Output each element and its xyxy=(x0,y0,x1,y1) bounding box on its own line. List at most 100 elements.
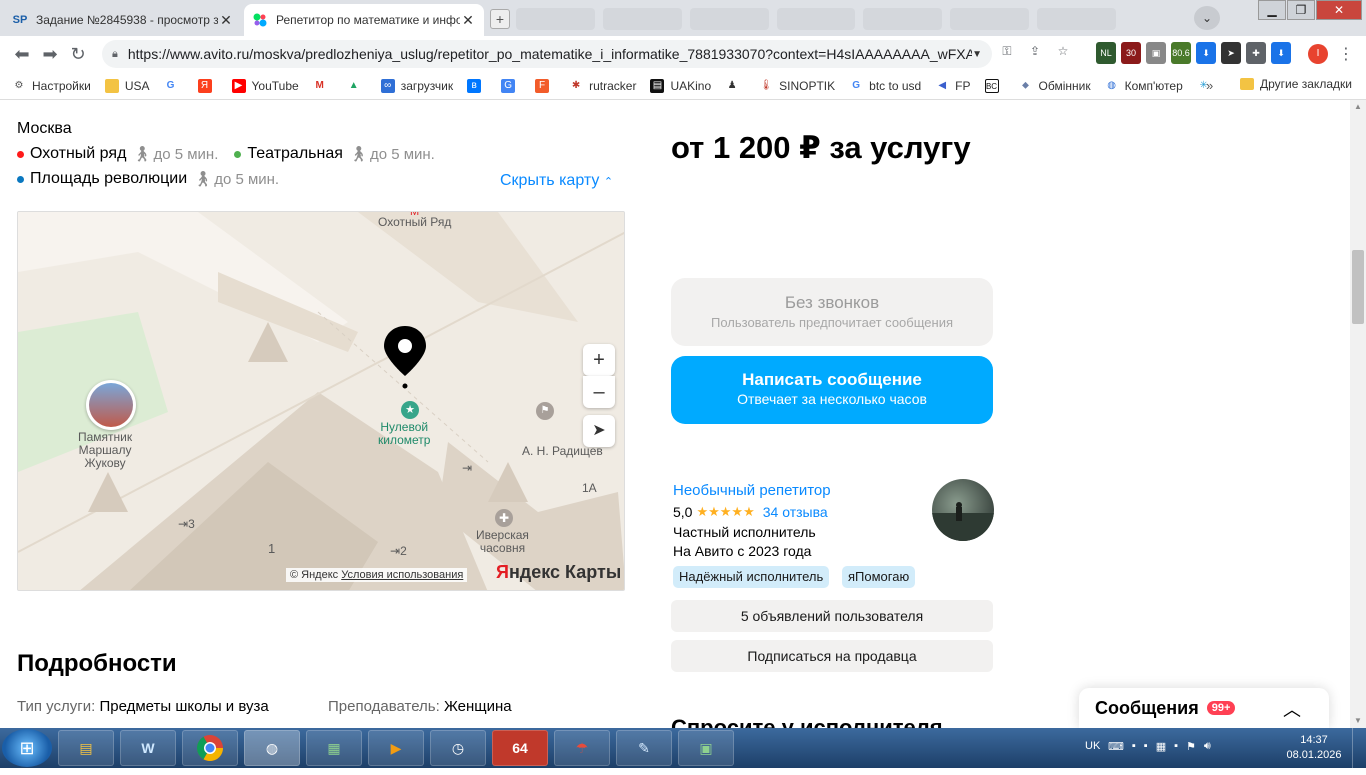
bookmark-loader[interactable]: ∞ загрузчик xyxy=(380,78,453,93)
menu-kebab-icon[interactable]: ⋮ xyxy=(1336,44,1356,64)
map[interactable]: Охотный Ряд М Памятник Маршалу Жукову ★ … xyxy=(17,211,625,591)
minimize-button[interactable]: ▁ xyxy=(1258,0,1286,20)
language-indicator[interactable]: UK xyxy=(1085,740,1100,752)
bookmark-person[interactable]: ♟ xyxy=(725,79,745,93)
address-bar[interactable]: 🔒︎ https://www.avito.ru/moskva/predlozhe… xyxy=(102,40,992,68)
umbrella-taskbar-icon[interactable]: ☂ xyxy=(554,730,610,766)
no-calls-button[interactable]: Без звонков Пользователь предпочитает со… xyxy=(671,278,993,346)
download-ext-icon[interactable]: ⬇ xyxy=(1196,42,1216,64)
forward-arrow-icon[interactable]: ➡ xyxy=(36,44,64,65)
yandex-icon: Я xyxy=(197,78,212,93)
profile-avatar[interactable]: I xyxy=(1308,44,1328,64)
volume-icon[interactable]: 🔊︎ xyxy=(1204,740,1211,753)
tab-search-icon[interactable]: ⌄ xyxy=(1194,6,1220,30)
explorer-taskbar-icon[interactable]: ▤ xyxy=(58,730,114,766)
keyboard-icon[interactable]: ⌨ xyxy=(1108,740,1124,753)
maximize-button[interactable]: ❐ xyxy=(1287,0,1315,20)
game-taskbar-icon[interactable]: ▦ xyxy=(306,730,362,766)
bookmark-translate[interactable]: G xyxy=(501,78,521,93)
vpn-nl-icon[interactable]: NL xyxy=(1096,42,1116,64)
tray-app-icon[interactable]: ▪ xyxy=(1132,740,1136,753)
key-icon[interactable]: ⚿ xyxy=(996,40,1018,62)
bookmark-sinoptik[interactable]: 🌡︎ SINOPTIK xyxy=(759,79,835,93)
uakino-icon: ▤ xyxy=(650,78,665,93)
subscribe-button[interactable]: Подписаться на продавца xyxy=(671,640,993,672)
bookmark-f[interactable]: F xyxy=(535,78,555,93)
close-icon[interactable]: ✕ xyxy=(218,12,234,29)
close-icon[interactable]: ✕ xyxy=(460,12,476,29)
map-label-2: ⇥2 xyxy=(390,544,407,558)
monument-photo[interactable] xyxy=(86,380,136,430)
start-button[interactable]: ⊞ xyxy=(2,729,52,767)
zoom-in-button[interactable]: + xyxy=(583,344,615,376)
bookmark-star-icon[interactable]: ☆ xyxy=(1052,40,1074,62)
bookmark-rutracker[interactable]: ✱ rutracker xyxy=(569,79,637,93)
network-tray-icon[interactable]: ▦ xyxy=(1156,740,1166,753)
tab-task[interactable]: SP Задание №2845938 - просмотр з ✕ xyxy=(4,4,242,36)
ext-30-icon[interactable]: 30 xyxy=(1121,42,1141,64)
media-taskbar-icon[interactable]: ▶ xyxy=(368,730,424,766)
webroot-taskbar-icon[interactable]: W xyxy=(120,730,176,766)
messages-widget[interactable]: Сообщения 99+ ︿ xyxy=(1079,688,1329,728)
clock-taskbar-icon[interactable]: ◷ xyxy=(430,730,486,766)
church-poi-icon: ✚ xyxy=(495,509,513,527)
reload-icon[interactable]: ↻ xyxy=(64,44,92,65)
new-tab-button[interactable]: + xyxy=(490,9,510,29)
tray-app-icon[interactable]: ▪ xyxy=(1174,740,1178,753)
scroll-down-icon[interactable]: ▼ xyxy=(1350,714,1366,728)
bookmark-computer[interactable]: ◍ Комп'ютер xyxy=(1105,79,1183,93)
user-listings-button[interactable]: 5 объявлений пользователя xyxy=(671,600,993,632)
bookmark-gmail[interactable]: M xyxy=(313,79,333,93)
scroll-thumb[interactable] xyxy=(1352,250,1364,324)
reviews-link[interactable]: 34 отзыва xyxy=(763,504,828,520)
window-close-button[interactable]: ✕ xyxy=(1316,0,1362,20)
bookmark-exchange[interactable]: ⬥ Обмінник xyxy=(1019,79,1091,93)
notepad-taskbar-icon[interactable]: ✎ xyxy=(616,730,672,766)
ext-box-icon[interactable]: ▣ xyxy=(1146,42,1166,64)
seller-avatar[interactable] xyxy=(932,479,994,541)
dropdown-icon[interactable]: ▼ xyxy=(972,49,982,60)
network-taskbar-icon[interactable]: ◍ xyxy=(244,730,300,766)
terminal-taskbar-icon[interactable]: ▣ xyxy=(678,730,734,766)
infinity-icon: ∞ xyxy=(380,78,395,93)
bookmark-drive[interactable]: ▲ xyxy=(347,79,367,93)
zoom-out-button[interactable]: – xyxy=(583,376,615,408)
share-icon[interactable]: ⇪ xyxy=(1024,40,1046,62)
other-bookmarks[interactable]: Другие закладки xyxy=(1240,77,1352,91)
tray-app-icon[interactable]: ▪ xyxy=(1144,740,1148,753)
geolocation-button[interactable]: ➤ xyxy=(583,415,615,447)
terms-link[interactable]: Условия использования xyxy=(341,569,463,581)
bookmark-fp[interactable]: ◀ FP xyxy=(935,79,970,93)
page-scrollbar[interactable]: ▲ ▼ xyxy=(1350,100,1366,728)
bookmark-google[interactable]: G xyxy=(164,79,184,93)
bookmark-uakino[interactable]: ▤ UAKino xyxy=(650,78,711,93)
arrow-ext-icon[interactable]: ➤ xyxy=(1221,42,1241,64)
system-clock[interactable]: 14:37 08.01.2026 xyxy=(1284,733,1344,763)
chrome-taskbar-icon[interactable] xyxy=(182,730,238,766)
show-desktop-button[interactable] xyxy=(1352,728,1366,768)
tab-avito[interactable]: Репетитор по математике и инфо ✕ xyxy=(244,4,484,36)
aida64-taskbar-icon[interactable]: 64 xyxy=(492,730,548,766)
bookmark-yandex[interactable]: Я xyxy=(197,78,218,93)
flag-tray-icon[interactable]: ⚑ xyxy=(1186,740,1196,753)
bookmark-bc[interactable]: BC xyxy=(984,78,1005,93)
write-message-button[interactable]: Написать сообщение Отвечает за несколько… xyxy=(671,356,993,424)
bookmark-vk[interactable]: в xyxy=(467,78,487,93)
bookmark-usa[interactable]: USA xyxy=(104,78,150,93)
ask-heading: Спросите у исполнителя xyxy=(671,715,943,728)
hide-map-link[interactable]: Скрыть карту ⌃ xyxy=(500,172,613,190)
sp-favicon-icon: SP xyxy=(12,14,28,26)
chevron-up-icon[interactable]: ︿ xyxy=(1283,696,1301,722)
scroll-up-icon[interactable]: ▲ xyxy=(1350,100,1366,114)
bookmark-youtube[interactable]: ▶ YouTube xyxy=(231,78,299,93)
downloads-icon[interactable]: ⬇ xyxy=(1271,42,1291,64)
bookmark-settings[interactable]: ⚙ Настройки xyxy=(12,79,91,93)
back-arrow-icon[interactable]: ⬅ xyxy=(8,44,36,65)
seller-name-link[interactable]: Необычный репетитор xyxy=(673,482,831,499)
ltc-price-icon[interactable]: 80.6 xyxy=(1171,42,1191,64)
puzzle-icon[interactable]: ✚ xyxy=(1246,42,1266,64)
yandex-maps-logo[interactable]: Яндекс Карты xyxy=(496,562,621,583)
metro-line-dot xyxy=(234,150,242,158)
bookmark-btc[interactable]: Gbtc to usd xyxy=(849,79,921,93)
bookmarks-overflow-icon[interactable]: » xyxy=(1206,78,1213,93)
